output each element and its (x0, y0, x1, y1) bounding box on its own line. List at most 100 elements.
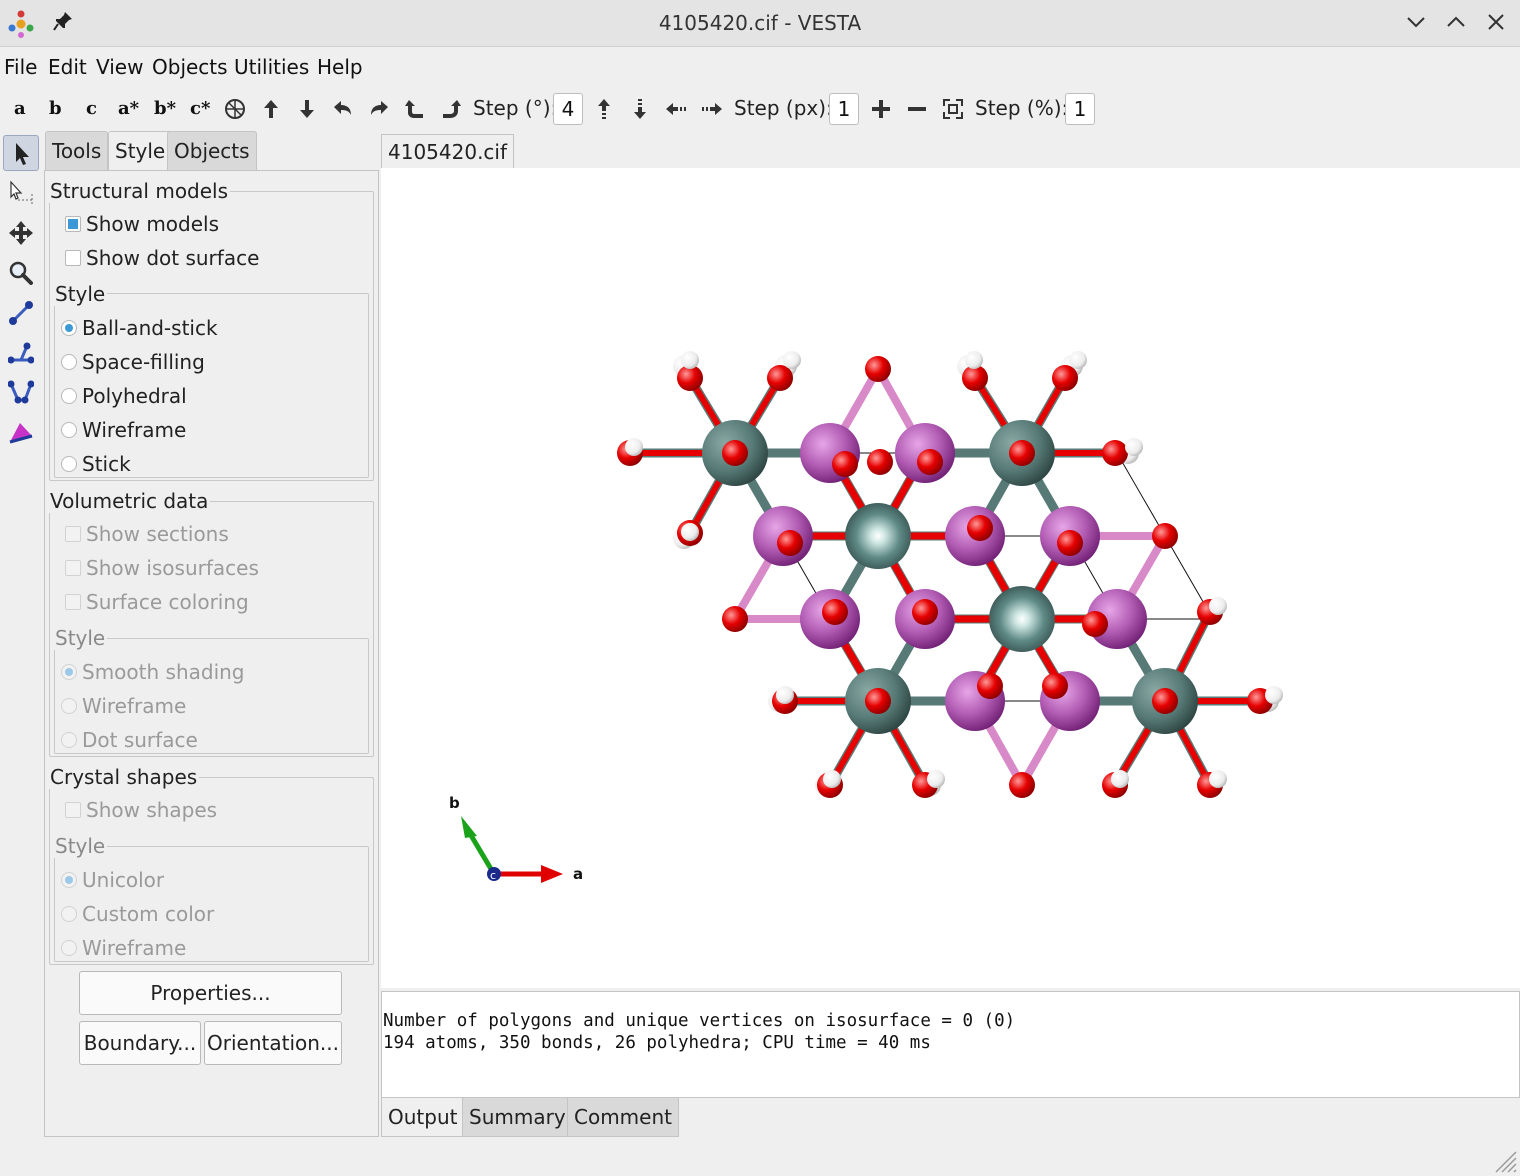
resize-grip-icon[interactable] (1486, 1142, 1518, 1174)
unicolor-label[interactable]: Unicolor (82, 868, 164, 892)
rotate-cw-icon[interactable] (439, 97, 463, 121)
view-along-a-button[interactable]: a (14, 98, 26, 119)
style-wireframe-radio[interactable] (61, 422, 77, 438)
smooth-shading-label[interactable]: Smooth shading (82, 660, 245, 684)
rotation-step-label: Step (°): (473, 96, 558, 120)
show-dot-surface-checkbox[interactable] (65, 250, 81, 266)
document-tab[interactable]: 4105420.cif (381, 134, 515, 168)
style-polyhedral-radio[interactable] (61, 388, 77, 404)
fit-to-screen-icon[interactable] (941, 97, 965, 121)
hydrogen-atom (1125, 438, 1143, 456)
show-shapes-checkbox[interactable] (65, 802, 81, 818)
show-isosurfaces-checkbox[interactable] (65, 560, 81, 576)
smooth-shading-radio[interactable] (61, 664, 77, 680)
custom-color-label[interactable]: Custom color (82, 902, 214, 926)
unicolor-radio[interactable] (61, 872, 77, 888)
show-shapes-label[interactable]: Show shapes (86, 798, 217, 822)
rotate-left-icon[interactable] (331, 97, 355, 121)
tab-comment[interactable]: Comment (567, 1098, 679, 1137)
rotate-down-icon[interactable] (295, 97, 319, 121)
show-sections-checkbox[interactable] (65, 526, 81, 542)
hydrogen-atom (1111, 770, 1129, 788)
maximize-icon[interactable] (1444, 10, 1468, 34)
zoom-step-input[interactable]: 1 (1065, 93, 1095, 125)
surface-coloring-checkbox[interactable] (65, 594, 81, 610)
dot-surface-radio[interactable] (61, 732, 77, 748)
crystal-structure-view[interactable]: c b a (381, 168, 1520, 988)
menu-utilities[interactable]: Utilities (234, 55, 309, 79)
structure-viewport[interactable]: c b a (381, 168, 1520, 988)
view-along-b-button[interactable]: b (49, 98, 62, 119)
orientation-button[interactable]: Orientation... (204, 1021, 342, 1065)
oxygen-atom (917, 449, 943, 475)
style-ball-and-stick-label[interactable]: Ball-and-stick (82, 316, 218, 340)
axis-indicator: c b a (449, 794, 583, 883)
translate-down-icon[interactable] (628, 97, 652, 121)
oxygen-atom (1042, 673, 1068, 699)
menu-objects[interactable]: Objects (152, 55, 228, 79)
style-space-filling-label[interactable]: Space-filling (82, 350, 205, 374)
show-dot-surface-label[interactable]: Show dot surface (86, 246, 259, 270)
volumetric-wireframe-label[interactable]: Wireframe (82, 694, 186, 718)
view-along-b-star-button[interactable]: b* (154, 98, 176, 119)
style-stick-radio[interactable] (61, 456, 77, 472)
rotate-right-icon[interactable] (367, 97, 391, 121)
tab-output[interactable]: Output (381, 1098, 465, 1137)
zoom-in-icon[interactable] (869, 97, 893, 121)
oxygen-atom (912, 599, 938, 625)
select-region-button[interactable] (3, 175, 39, 211)
properties-button[interactable]: Properties... (79, 971, 342, 1015)
style-stick-label[interactable]: Stick (82, 452, 131, 476)
rotate-up-icon[interactable] (259, 97, 283, 121)
tab-tools[interactable]: Tools (45, 131, 109, 170)
lattice-plane-tool-button[interactable] (3, 415, 39, 451)
view-along-a-star-button[interactable]: a* (118, 98, 139, 119)
menu-view[interactable]: View (96, 55, 143, 79)
view-along-c-button[interactable]: c (86, 98, 97, 119)
volumetric-wireframe-radio[interactable] (61, 698, 77, 714)
output-console[interactable]: Number of polygons and unique vertices o… (381, 991, 1520, 1098)
rotate-ccw-icon[interactable] (403, 97, 427, 121)
menu-help[interactable]: Help (317, 55, 363, 79)
distance-tool-button[interactable] (3, 295, 39, 331)
dot-surface-label[interactable]: Dot surface (82, 728, 198, 752)
show-isosurfaces-label[interactable]: Show isosurfaces (86, 556, 259, 580)
standard-orientation-icon[interactable] (223, 97, 247, 121)
translation-step-input[interactable]: 1 (829, 93, 859, 125)
vesta-logo-icon[interactable] (6, 9, 36, 39)
tab-objects[interactable]: Objects (167, 131, 257, 170)
shape-wireframe-label[interactable]: Wireframe (82, 936, 186, 960)
view-along-c-star-button[interactable]: c* (190, 98, 210, 119)
dihedral-tool-button[interactable] (3, 375, 39, 411)
rotation-step-input[interactable]: 4 (553, 93, 583, 125)
select-tool-icon (16, 143, 29, 165)
style-ball-and-stick-radio[interactable] (61, 320, 77, 336)
style-space-filling-radio[interactable] (61, 354, 77, 370)
menu-edit[interactable]: Edit (48, 55, 87, 79)
style-polyhedral-label[interactable]: Polyhedral (82, 384, 187, 408)
oxygen-atom (832, 451, 858, 477)
oxygen-atom (1009, 440, 1035, 466)
boundary-button[interactable]: Boundary... (79, 1021, 201, 1065)
select-tool-button[interactable] (3, 135, 39, 171)
close-icon[interactable] (1484, 10, 1508, 34)
show-models-label[interactable]: Show models (86, 212, 219, 236)
tab-summary[interactable]: Summary (462, 1098, 573, 1137)
zoom-out-icon[interactable] (905, 97, 929, 121)
surface-coloring-label[interactable]: Surface coloring (86, 590, 249, 614)
show-models-checkbox[interactable] (65, 216, 81, 232)
magnify-tool-button[interactable] (3, 255, 39, 291)
custom-color-radio[interactable] (61, 906, 77, 922)
translate-left-icon[interactable] (664, 97, 688, 121)
shape-wireframe-radio[interactable] (61, 940, 77, 956)
translate-tool-button[interactable] (3, 215, 39, 251)
show-sections-label[interactable]: Show sections (86, 522, 229, 546)
pin-icon[interactable] (52, 10, 74, 32)
angle-tool-button[interactable] (3, 335, 39, 371)
tab-style[interactable]: Style (108, 131, 173, 170)
translate-up-icon[interactable] (592, 97, 616, 121)
style-wireframe-label[interactable]: Wireframe (82, 418, 186, 442)
minimize-icon[interactable] (1404, 10, 1428, 34)
menu-file[interactable]: File (4, 55, 37, 79)
translate-right-icon[interactable] (700, 97, 724, 121)
